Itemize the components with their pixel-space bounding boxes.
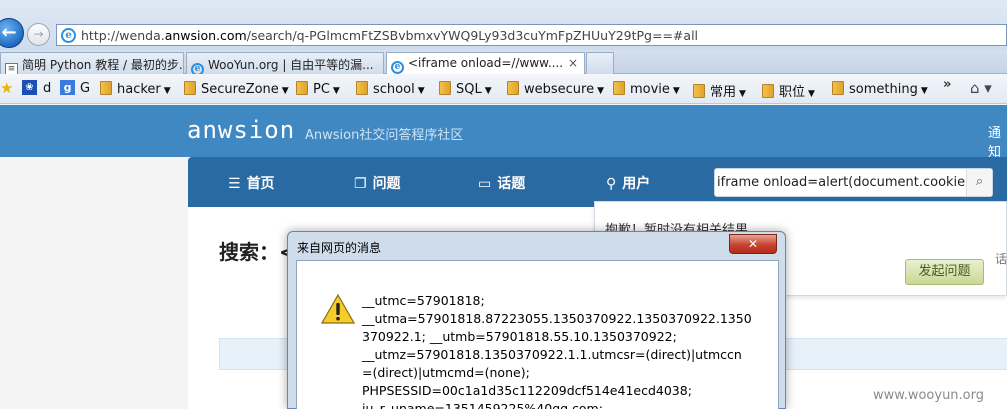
- watermark: www.wooyun.org: [873, 388, 985, 403]
- ie-icon: e: [61, 28, 76, 43]
- alert-dialog: 来自网页的消息 ✕ __utmc=57901818; __utma=579018…: [287, 231, 786, 409]
- tab-strip: ≡ 简明 Python 教程 / 最初的步... e WooYun.org | 自由…: [0, 50, 1007, 75]
- list-icon: ☰: [228, 176, 241, 192]
- folder-icon: [100, 81, 112, 95]
- url-text[interactable]: http://wenda.anwsion.com/search/q-PGlmcm…: [81, 28, 698, 43]
- site-slogan: Anwsion社交问答程序社区: [305, 128, 464, 143]
- user-icon: ⚲: [606, 176, 617, 192]
- favorite-g[interactable]: G: [80, 81, 90, 96]
- chevron-down-icon: ▼: [920, 86, 928, 96]
- tab-active-iframe[interactable]: e <iframe onload=//www.... ×: [386, 52, 585, 75]
- dialog-body: __utmc=57901818; __utma=57901818.8722305…: [296, 260, 779, 409]
- chevron-down-icon: ▼: [417, 86, 425, 96]
- folder-icon: [507, 81, 519, 95]
- favorite-folder-websecure[interactable]: websecure ▼: [507, 81, 604, 97]
- chevron-down-icon: ▼: [281, 86, 289, 96]
- document-icon: ≡: [5, 63, 18, 74]
- search-icon[interactable]: ⌕: [966, 169, 992, 196]
- message-line: PHPSESSID=00c1a1d35c112209dcf514e41ecd40…: [362, 383, 692, 398]
- nav-item-topics[interactable]: ▭ 话题: [478, 173, 525, 193]
- address-bar[interactable]: e http://wenda.anwsion.com/search/q-PGlm…: [56, 24, 1007, 46]
- ie-icon: e: [391, 61, 404, 74]
- home-icon[interactable]: ⌂ ▾: [970, 79, 1007, 99]
- new-tab-button[interactable]: [586, 52, 614, 74]
- forward-button[interactable]: →: [27, 23, 50, 46]
- more-favorites-icon[interactable]: »: [943, 77, 951, 92]
- sidebar-label-fragment: 话: [995, 252, 1007, 266]
- message-line: __utmc=57901818;: [362, 293, 485, 308]
- nav-item-questions[interactable]: ❐ 问题: [354, 173, 401, 193]
- favorite-folder-jobs[interactable]: 职位 ▼: [762, 81, 815, 100]
- close-tab-icon[interactable]: ×: [568, 56, 578, 70]
- folder-icon: [356, 81, 368, 95]
- chevron-down-icon: ▼: [808, 89, 815, 99]
- favorite-folder-common[interactable]: 常用 ▼: [693, 81, 746, 100]
- folder-icon: [613, 81, 625, 95]
- notifications-link[interactable]: 通知: [988, 122, 1007, 160]
- ie-icon: e: [191, 63, 204, 74]
- favorite-folder-securezone[interactable]: SecureZone ▼: [184, 81, 289, 97]
- arrow-left-icon: ←: [1, 22, 17, 43]
- favorite-folder-movie[interactable]: movie ▼: [613, 81, 680, 97]
- folder-icon: [832, 81, 844, 95]
- folder-icon: [693, 84, 705, 98]
- paw-icon: ❀: [22, 80, 37, 95]
- favorite-folder-something[interactable]: something ▼: [832, 81, 928, 97]
- favorite-folder-school[interactable]: school ▼: [356, 81, 425, 97]
- chevron-down-icon: ▼: [163, 86, 171, 96]
- message-line: __utma=57901818.87223055.1350370922.1350…: [362, 311, 752, 344]
- favorite-folder-hacker[interactable]: hacker ▼: [100, 81, 171, 97]
- tab-wooyun[interactable]: e WooYun.org | 自由平等的漏...: [186, 52, 384, 74]
- folder-icon: [762, 84, 774, 98]
- ask-question-button[interactable]: 发起问题: [905, 259, 984, 285]
- g-icon: g: [60, 80, 75, 95]
- message-line: __utmz=57901818.1350370922.1.1.utmcsr=(d…: [362, 347, 742, 380]
- chevron-down-icon: ▼: [484, 86, 492, 96]
- favorite-folder-pc[interactable]: PC ▼: [296, 81, 340, 97]
- site-search-input[interactable]: iframe onload=alert(document.cookie)> ⌕: [714, 168, 993, 197]
- search-query-text: iframe onload=alert(document.cookie)>: [717, 175, 982, 190]
- site-logo[interactable]: anwsion: [187, 116, 295, 144]
- arrow-right-icon: →: [33, 27, 44, 41]
- back-button[interactable]: ←: [0, 18, 24, 48]
- dialog-title: 来自网页的消息: [297, 241, 382, 255]
- favorite-d[interactable]: d: [43, 81, 51, 96]
- close-icon[interactable]: ✕: [729, 234, 777, 254]
- copy-icon: ❐: [354, 176, 367, 192]
- tab-python-tutorial[interactable]: ≡ 简明 Python 教程 / 最初的步...: [0, 52, 184, 74]
- nav-item-home[interactable]: ☰ 首页: [228, 173, 275, 193]
- site-header: anwsion Anwsion社交问答程序社区 通知: [0, 105, 1007, 160]
- chevron-down-icon: ▼: [672, 86, 680, 96]
- star-icon[interactable]: ★: [0, 79, 13, 97]
- dialog-message: __utmc=57901818; __utma=57901818.8722305…: [362, 292, 752, 409]
- warning-icon: [321, 294, 355, 324]
- search-page-title: 搜索：<: [219, 240, 296, 264]
- favorite-folder-sql[interactable]: SQL ▼: [439, 81, 492, 97]
- message-line: iu_r_uname=1351459225%40qq.com;: [362, 401, 603, 409]
- folder-icon: [296, 81, 308, 95]
- address-row: ← → e http://wenda.anwsion.com/search/q-…: [0, 0, 1007, 50]
- folder-icon: [439, 81, 451, 95]
- chevron-down-icon: ▼: [597, 86, 605, 96]
- chevron-down-icon: ▼: [332, 86, 340, 96]
- favorites-bar: ★ ❀ d g G hacker ▼ SecureZone ▼ PC ▼ school…: [0, 74, 1007, 104]
- nav-item-users[interactable]: ⚲ 用户: [606, 173, 650, 193]
- chevron-down-icon: ▼: [739, 89, 746, 99]
- folder-icon: [184, 81, 196, 95]
- chat-icon: ▭: [478, 176, 492, 192]
